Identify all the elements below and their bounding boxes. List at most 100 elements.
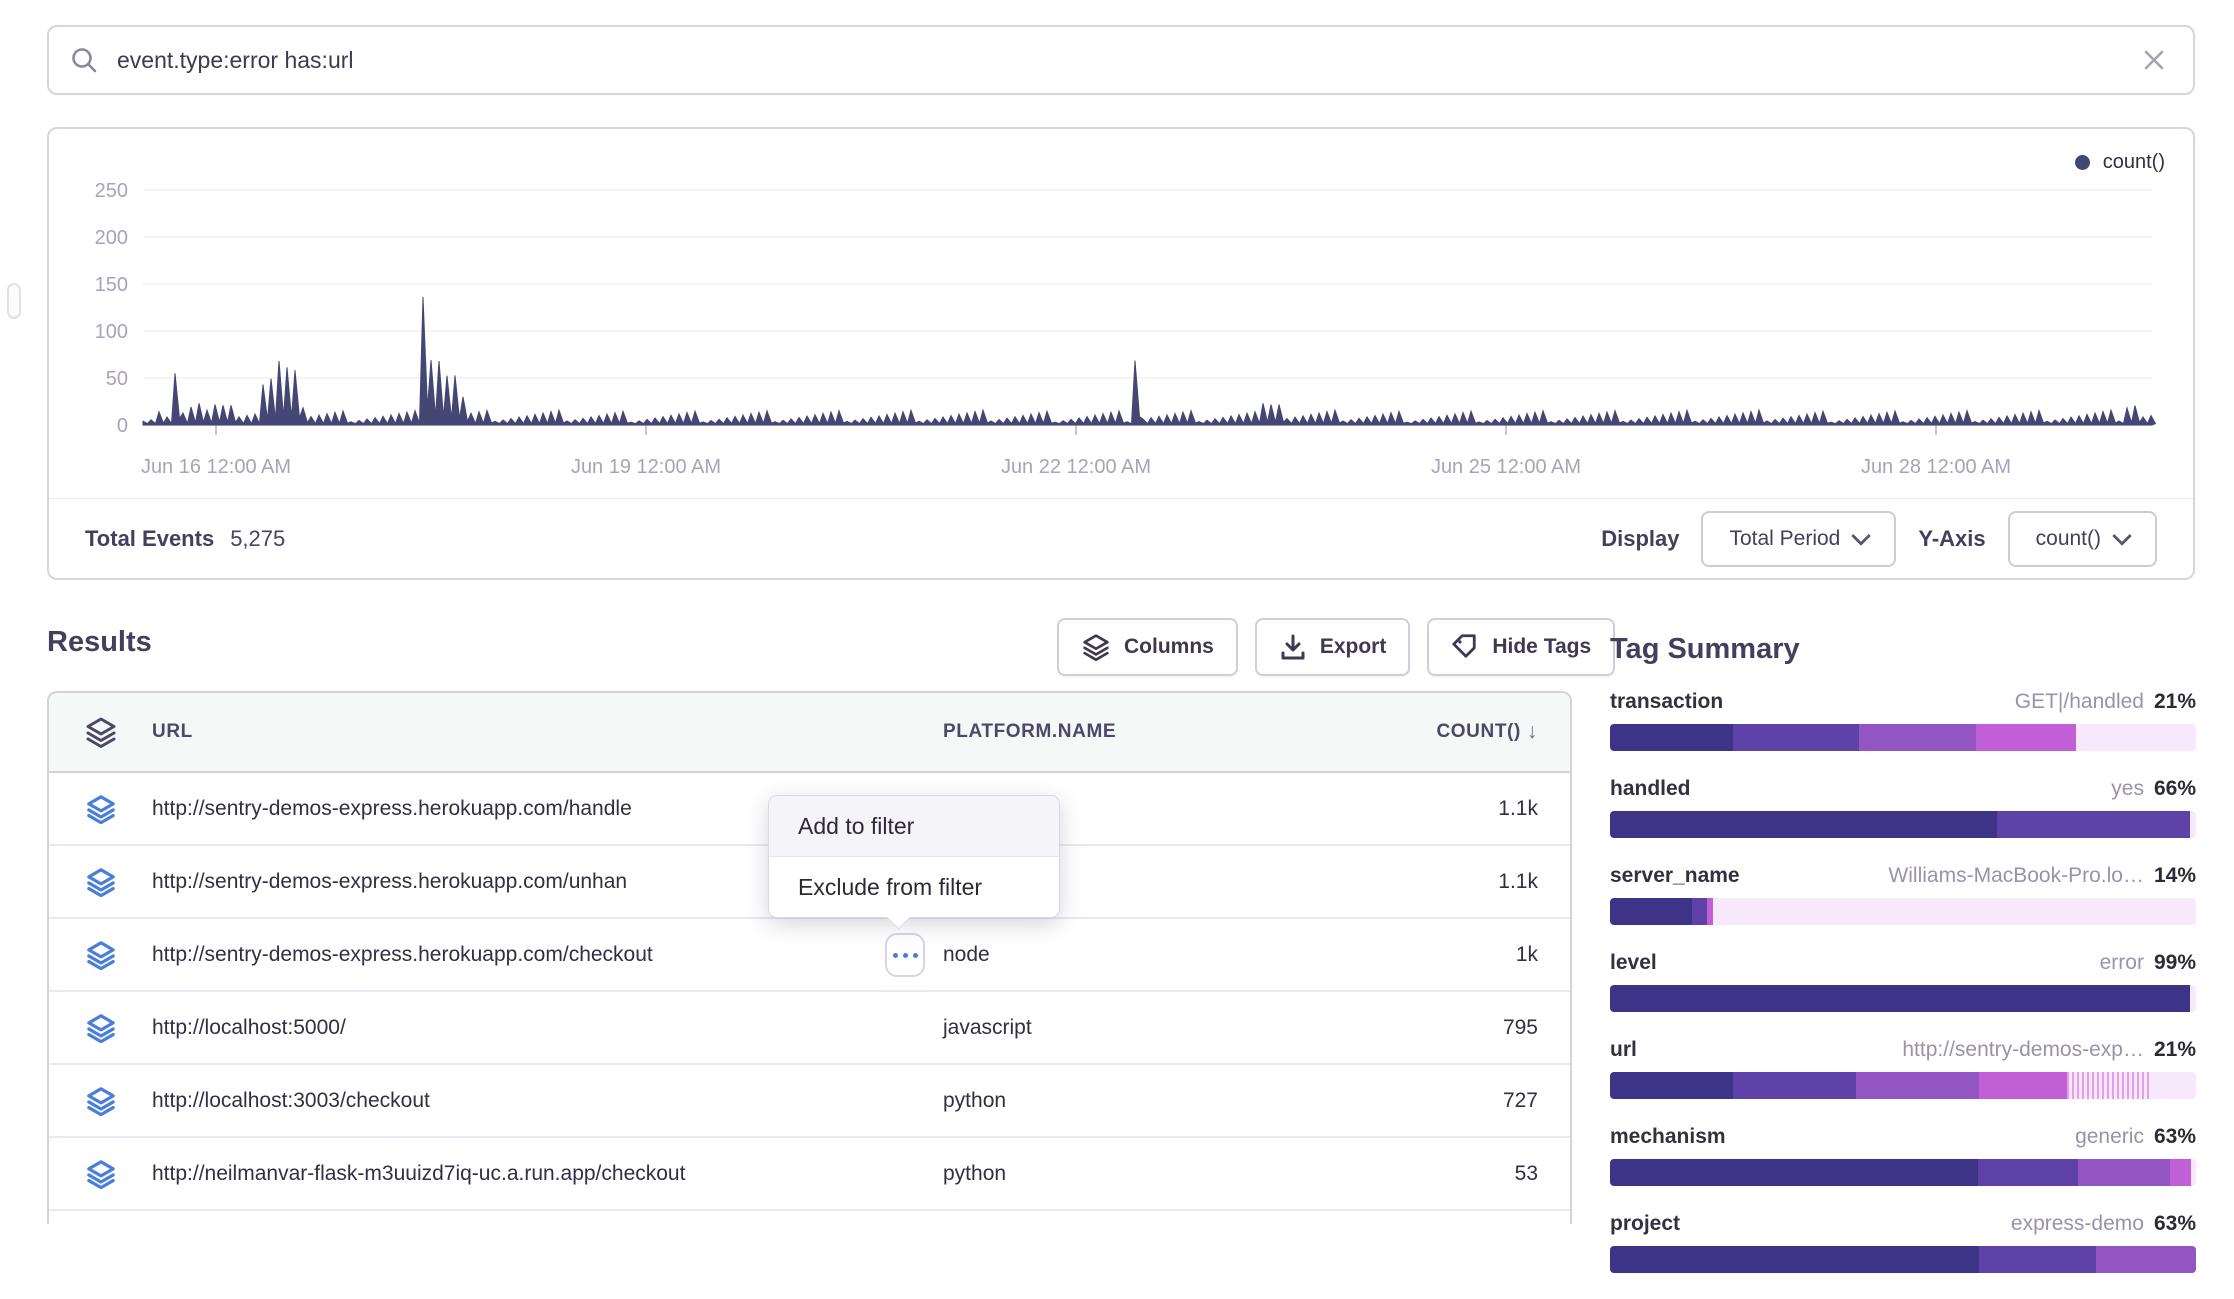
tag-bar-segment[interactable]	[1997, 811, 2190, 838]
export-button[interactable]: Export	[1255, 618, 1411, 676]
count-cell[interactable]: 53	[1393, 1162, 1570, 1186]
search-icon	[69, 45, 99, 75]
total-events-label: Total Events	[85, 526, 214, 552]
tag-bar-segment[interactable]	[2096, 1246, 2196, 1273]
layers-icon	[1081, 633, 1111, 661]
tag-bar-segment[interactable]	[1979, 1072, 2067, 1099]
tag-row-handled: handledyes66%	[1610, 777, 2196, 864]
svg-text:50: 50	[106, 368, 128, 390]
tag-bar-segment[interactable]	[1610, 1159, 1978, 1186]
yaxis-dropdown[interactable]: count()	[2008, 511, 2157, 567]
tag-bar-segment[interactable]	[1978, 1159, 2078, 1186]
tag-distribution-bar[interactable]	[1610, 898, 2196, 925]
tag-bar-segment[interactable]	[1692, 898, 1707, 925]
search-input[interactable]: event.type:error has:url	[117, 47, 2141, 74]
menu-item-add-to-filter[interactable]: Add to filter	[769, 796, 1059, 857]
tag-name: project	[1610, 1212, 1680, 1236]
stack-icon	[49, 716, 152, 748]
events-area-chart[interactable]: 050100150200250Jun 16 12:00 AMJun 19 12:…	[49, 129, 2193, 499]
tag-top-percent: 21%	[2154, 1038, 2196, 1062]
tag-distribution-bar[interactable]	[1610, 985, 2196, 1012]
column-header-platform[interactable]: PLATFORM.NAME	[943, 721, 1393, 743]
platform-cell[interactable]: node	[943, 943, 1393, 967]
tag-distribution-bar[interactable]	[1610, 724, 2196, 751]
menu-item-exclude-from-filter[interactable]: Exclude from filter	[769, 857, 1059, 917]
clear-search-icon[interactable]	[2141, 47, 2167, 73]
tag-bar-segment[interactable]	[2076, 724, 2196, 751]
tag-bar-segment[interactable]	[1713, 898, 2196, 925]
tag-top-value: error	[2100, 951, 2144, 975]
count-cell[interactable]: 795	[1393, 1016, 1570, 1040]
platform-cell[interactable]: python	[943, 1162, 1393, 1186]
tag-bar-segment[interactable]	[2170, 1159, 2192, 1186]
tag-bar-segment[interactable]	[1733, 724, 1859, 751]
chevron-down-icon	[2112, 526, 2132, 546]
tag-bar-segment[interactable]	[2067, 1072, 2149, 1099]
stack-icon	[49, 940, 152, 970]
table-row: http://localhost:3003/checkoutpython727	[49, 1065, 1570, 1138]
tag-bar-segment[interactable]	[2191, 1159, 2196, 1186]
svg-text:Jun 25 12:00 AM: Jun 25 12:00 AM	[1431, 456, 1581, 478]
tag-name: url	[1610, 1038, 1637, 1062]
platform-cell[interactable]: python	[943, 1089, 1393, 1113]
tag-name: level	[1610, 951, 1657, 975]
tag-distribution-bar[interactable]	[1610, 811, 2196, 838]
hide-tags-button[interactable]: Hide Tags	[1427, 618, 1615, 676]
tag-distribution-bar[interactable]	[1610, 1246, 2196, 1273]
row-actions-button[interactable]	[885, 933, 925, 977]
count-cell[interactable]: 1k	[1393, 943, 1570, 967]
cell-context-menu: Add to filter Exclude from filter	[768, 795, 1060, 918]
tag-icon	[1451, 633, 1479, 661]
svg-text:200: 200	[95, 227, 128, 249]
tag-distribution-bar[interactable]	[1610, 1159, 2196, 1186]
tag-top-value: GET|/handled	[2015, 690, 2144, 714]
url-cell[interactable]: http://sentry-demos-express.herokuapp.co…	[152, 943, 943, 967]
column-header-url[interactable]: URL	[152, 721, 943, 743]
legend-series-label: count()	[2103, 151, 2165, 174]
platform-cell[interactable]: javascript	[943, 1016, 1393, 1040]
tag-bar-segment[interactable]	[1859, 724, 1976, 751]
tag-bar-segment[interactable]	[1610, 898, 1692, 925]
chevron-down-icon	[1851, 526, 1871, 546]
results-heading: Results	[47, 626, 152, 659]
tag-bar-segment[interactable]	[1610, 811, 1997, 838]
tag-bar-segment[interactable]	[1976, 724, 2076, 751]
columns-button[interactable]: Columns	[1057, 618, 1238, 676]
tag-summary-heading: Tag Summary	[1610, 633, 2196, 666]
tag-bar-segment[interactable]	[2078, 1159, 2170, 1186]
discover-page: { "search": { "query": "event.type:error…	[0, 0, 2234, 1224]
tag-bar-segment[interactable]	[2149, 1072, 2196, 1099]
tag-row-level: levelerror99%	[1610, 951, 2196, 1038]
tag-top-percent: 63%	[2154, 1125, 2196, 1149]
tag-bar-segment[interactable]	[2190, 985, 2196, 1012]
url-cell[interactable]: http://localhost:3003/checkout	[152, 1089, 943, 1113]
tag-bar-segment[interactable]	[1610, 1072, 1733, 1099]
column-header-count[interactable]: COUNT() ↓	[1393, 720, 1570, 744]
tag-top-percent: 66%	[2154, 777, 2196, 801]
chart-footer: Total Events 5,275 Display Total Period …	[49, 498, 2193, 578]
tag-distribution-bar[interactable]	[1610, 1072, 2196, 1099]
count-cell[interactable]: 1.1k	[1393, 797, 1570, 821]
tag-bar-segment[interactable]	[1733, 1072, 1856, 1099]
tag-top-value: Williams-MacBook-Pro.lo…	[1888, 864, 2144, 888]
stack-icon	[49, 867, 152, 897]
tag-row-mechanism: mechanismgeneric63%	[1610, 1125, 2196, 1212]
tag-bar-segment[interactable]	[1610, 1246, 1979, 1273]
chart-legend[interactable]: count()	[2075, 151, 2165, 174]
sidebar-collapse-handle[interactable]	[7, 283, 21, 319]
count-cell[interactable]: 1.1k	[1393, 870, 1570, 894]
tag-bar-segment[interactable]	[1979, 1246, 2096, 1273]
display-dropdown[interactable]: Total Period	[1701, 511, 1896, 567]
tag-bar-segment[interactable]	[1610, 985, 2190, 1012]
tag-bar-segment[interactable]	[1610, 724, 1733, 751]
search-bar[interactable]: event.type:error has:url	[47, 25, 2195, 95]
url-cell[interactable]: http://neilmanvar-flask-m3uuizd7iq-uc.a.…	[152, 1162, 943, 1186]
url-cell[interactable]: http://localhost:5000/	[152, 1016, 943, 1040]
results-table: URL PLATFORM.NAME COUNT() ↓ http://sentr…	[47, 691, 1572, 1224]
tag-top-value: express-demo	[2011, 1212, 2144, 1236]
tag-bar-segment[interactable]	[1856, 1072, 1979, 1099]
display-label: Display	[1601, 526, 1679, 552]
count-cell[interactable]: 727	[1393, 1089, 1570, 1113]
tag-bar-segment[interactable]	[2190, 811, 2196, 838]
table-header-row: URL PLATFORM.NAME COUNT() ↓	[49, 693, 1570, 773]
